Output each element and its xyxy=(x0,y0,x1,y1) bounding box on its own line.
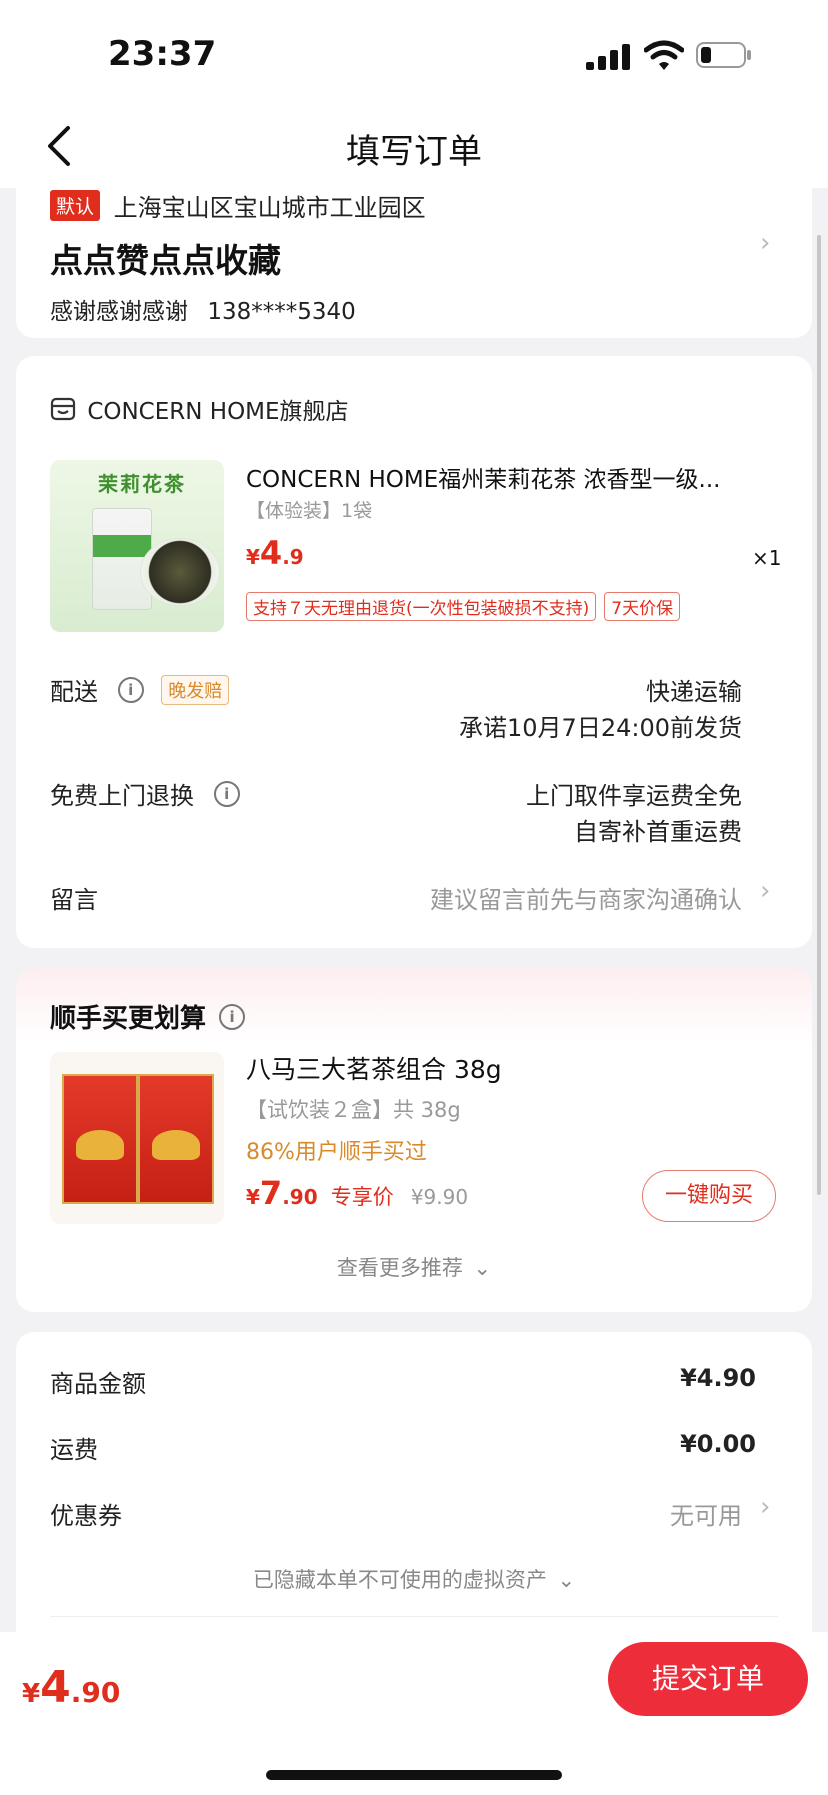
hidden-assets-toggle[interactable]: 已隐藏本单不可使用的虚拟资产 ⌄ xyxy=(16,1564,812,1594)
tea-box-left xyxy=(62,1074,138,1204)
address-detail: 点点赞点点收藏 xyxy=(50,241,281,280)
status-time: 23:37 xyxy=(108,34,217,74)
product-price: ¥4.9 xyxy=(246,534,304,572)
late-compensation-badge: 晚发赔 xyxy=(161,674,230,705)
see-more-label: 查看更多推荐 xyxy=(336,1256,463,1280)
info-icon[interactable]: i xyxy=(213,780,240,807)
chevron-right-icon: › xyxy=(760,228,771,258)
bottom-bar: ¥4.90 提交订单 xyxy=(0,1632,828,1795)
coupon-label: 优惠券 xyxy=(50,1502,122,1530)
free-return-label: 免费上门退换 xyxy=(50,782,194,810)
default-address-tag: 默认 xyxy=(50,190,101,221)
see-more-recommendations[interactable]: 查看更多推荐 ⌄ xyxy=(16,1252,812,1282)
upsell-price-dec: .90 xyxy=(282,1185,318,1209)
return-line-2: 自寄补首重运费 xyxy=(574,818,742,846)
price-int: 4 xyxy=(259,534,283,572)
home-indicator xyxy=(266,1770,562,1780)
status-bar: 23:37 xyxy=(0,0,828,110)
upsell-original-price: ¥9.90 xyxy=(410,1185,469,1209)
total-dec: .90 xyxy=(70,1676,121,1709)
contact-name: 感谢感谢感谢 xyxy=(50,299,188,325)
hidden-assets-note: 已隐藏本单不可使用的虚拟资产 xyxy=(252,1568,547,1592)
upsell-product-image[interactable] xyxy=(50,1052,224,1224)
price-protect-tag: 7天价保 xyxy=(604,592,681,621)
total-int: 4 xyxy=(40,1662,71,1713)
total-price: ¥4.90 xyxy=(22,1662,120,1713)
shipping-label: 运费 xyxy=(50,1436,98,1464)
chevron-right-icon: › xyxy=(760,876,771,906)
battery-icon xyxy=(696,42,751,68)
upsell-product-title: 八马三大茗茶组合 38g xyxy=(246,1055,502,1084)
product-spec: 【体验装】1袋 xyxy=(246,500,373,522)
info-icon[interactable]: i xyxy=(117,676,144,703)
nav-bar: 填写订单 xyxy=(0,110,828,188)
delivery-label: 配送 xyxy=(50,678,98,706)
upsell-price-int: 7 xyxy=(259,1174,283,1212)
page-title: 填写订单 xyxy=(346,132,482,172)
divider xyxy=(50,1616,778,1617)
delivery-method[interactable]: 快递运输 xyxy=(646,672,742,707)
upsell-price-label: 专享价 xyxy=(330,1185,394,1209)
upsell-price-symbol: ¥ xyxy=(246,1185,260,1209)
shop-icon xyxy=(50,397,76,421)
message-label: 留言 xyxy=(50,886,98,914)
product-quantity: ×1 xyxy=(752,546,782,570)
address-region: 上海宝山区宝山城市工业园区 xyxy=(113,194,426,222)
shop-name: CONCERN HOME旗舰店 xyxy=(87,399,349,425)
tea-box-right xyxy=(138,1074,214,1204)
product-image-caption: 茉莉花茶 xyxy=(98,472,186,496)
upsell-social-proof: 86%用户顺手买过 xyxy=(246,1140,427,1165)
shipping-value: ¥0.00 xyxy=(680,1430,756,1458)
wifi-icon xyxy=(644,40,684,70)
price-dec: .9 xyxy=(282,545,304,569)
scrollbar[interactable] xyxy=(817,235,821,1195)
cellular-signal-icon xyxy=(586,44,630,70)
shop-order-card: CONCERN HOME旗舰店 茉莉花茶 CONCERN HOME福州茉莉花茶 … xyxy=(16,356,812,948)
address-card[interactable]: 默认 上海宝山区宝山城市工业园区 点点赞点点收藏 感谢感谢感谢 138****5… xyxy=(16,188,812,338)
message-input[interactable]: 建议留言前先与商家沟通确认 xyxy=(430,880,742,915)
chevron-down-icon: ⌄ xyxy=(557,1568,576,1592)
total-symbol: ¥ xyxy=(22,1679,41,1709)
goods-amount-value: ¥4.90 xyxy=(680,1364,756,1392)
price-symbol: ¥ xyxy=(246,545,260,569)
contact-phone: 138****5340 xyxy=(207,299,356,325)
upsell-price: ¥7.90 专享价 ¥9.90 xyxy=(246,1174,468,1212)
free-return-label-row: 免费上门退换 i xyxy=(50,776,240,811)
upsell-product-spec: 【试饮装２盒】共 38g xyxy=(246,1098,461,1122)
upsell-card: 顺手买更划算 i 八马三大茗茶组合 38g 【试饮装２盒】共 38g 86%用户… xyxy=(16,968,812,1312)
return-line-1: 上门取件享运费全免 xyxy=(526,782,742,810)
chevron-right-icon: › xyxy=(760,1492,771,1522)
delivery-promise: 承诺10月7日24:00前发货 xyxy=(459,714,742,742)
upsell-title: 顺手买更划算 xyxy=(50,1004,207,1034)
return-policy-tag: 支持７天无理由退货(一次性包装破损不支持) xyxy=(246,592,597,621)
delivery-label-row: 配送 i 晚发赔 xyxy=(50,672,230,707)
coupon-value[interactable]: 无可用 xyxy=(670,1496,742,1531)
tea-bowl-shape xyxy=(140,538,220,606)
product-title: CONCERN HOME福州茉莉花茶 浓香型一级... xyxy=(246,467,721,493)
submit-order-button[interactable]: 提交订单 xyxy=(608,1642,808,1716)
chevron-down-icon: ⌄ xyxy=(473,1256,492,1280)
one-click-buy-button[interactable]: 一键购买 xyxy=(642,1170,776,1222)
info-icon[interactable]: i xyxy=(219,1003,246,1030)
order-summary-card: 商品金额 ¥4.90 运费 ¥0.00 优惠券 无可用 › 已隐藏本单不可使用的… xyxy=(16,1332,812,1632)
product-image[interactable]: 茉莉花茶 xyxy=(50,460,224,632)
goods-amount-label: 商品金额 xyxy=(50,1370,146,1398)
